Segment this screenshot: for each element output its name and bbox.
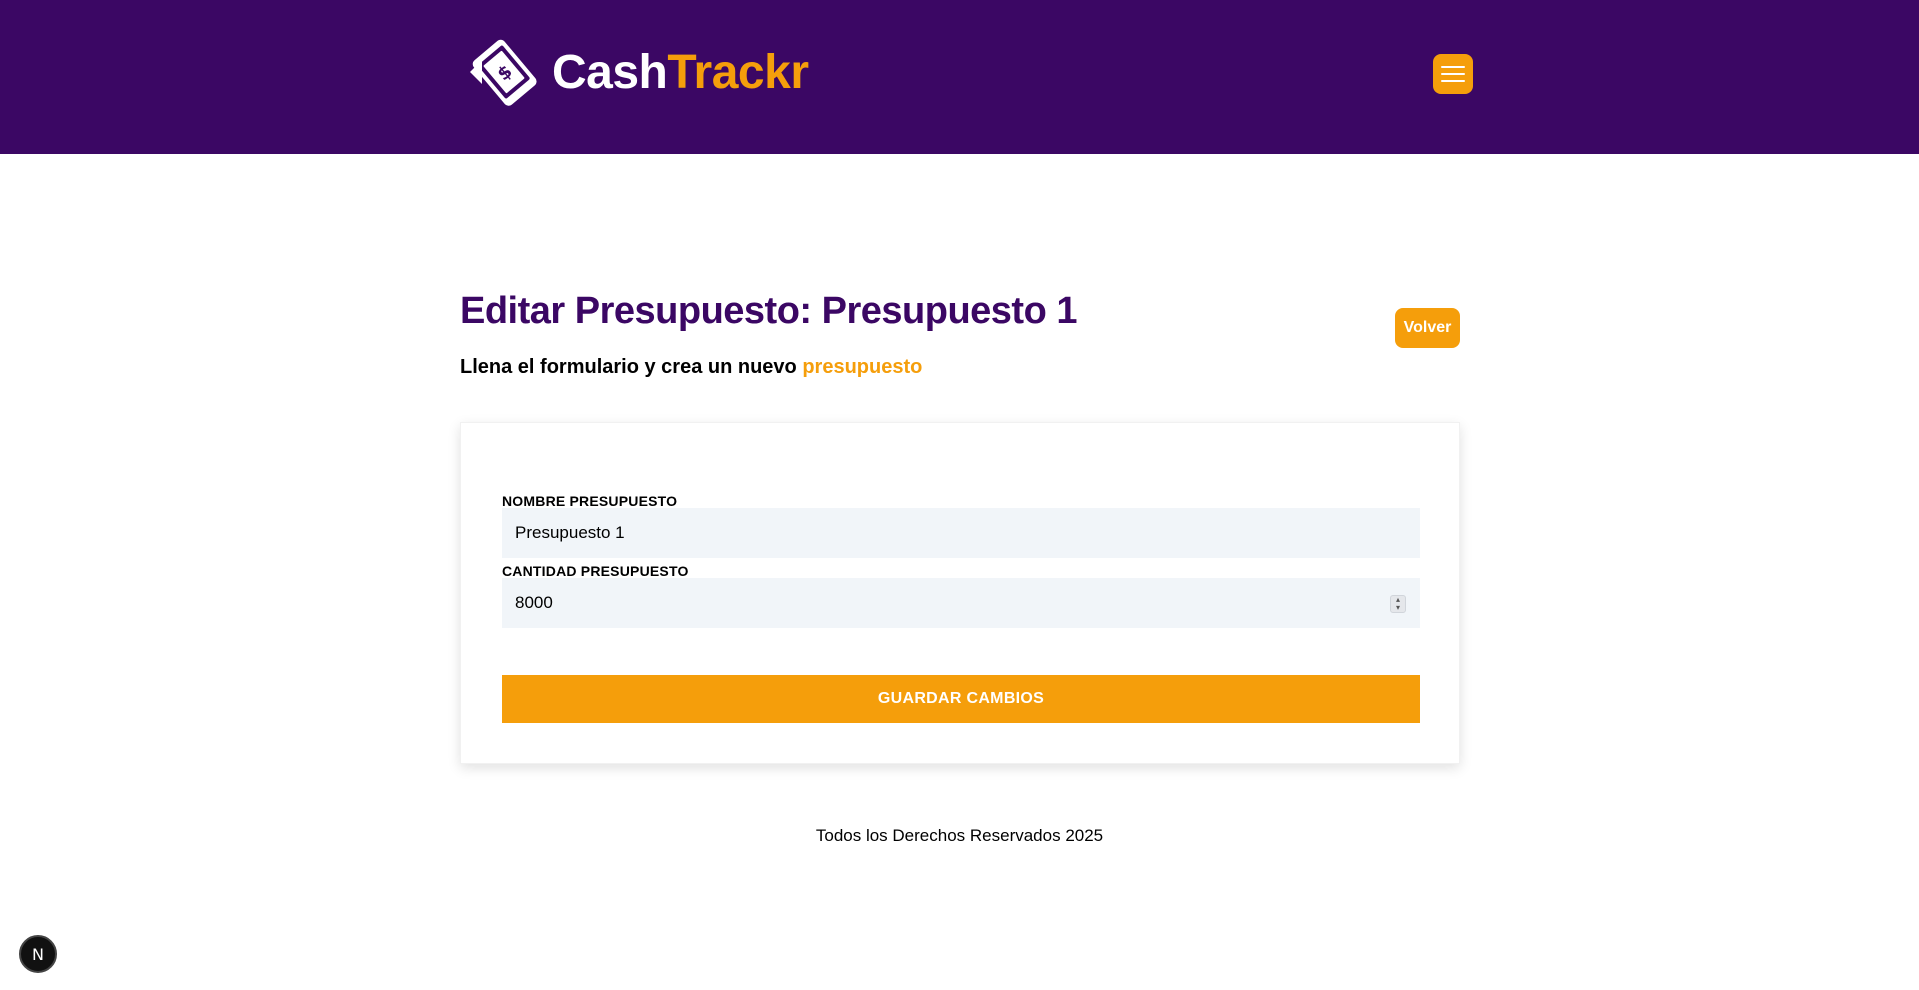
hamburger-menu-icon-line <box>1441 80 1465 82</box>
budget-amount-label: CANTIDAD PRESUPUESTO <box>502 563 689 579</box>
copyright-text: Todos los Derechos Reservados 2025 <box>815 826 1104 845</box>
nextjs-logo-icon: N <box>32 944 44 964</box>
budget-name-label: NOMBRE PRESUPUESTO <box>502 493 678 509</box>
page-subtitle: Llena el formulario y crea un nuevo pres… <box>460 356 922 379</box>
number-spinner-icon[interactable]: ▴ ▾ <box>1390 595 1406 613</box>
hamburger-menu-icon <box>1441 66 1465 68</box>
brand-logo[interactable]: $ CashTrackr <box>462 30 809 114</box>
subtitle-accent: presupuesto <box>802 356 923 378</box>
menu-button[interactable] <box>1433 54 1473 94</box>
money-phone-icon: $ <box>470 39 537 106</box>
brand-name-trackr: Trackr <box>667 45 809 99</box>
brand-name: CashTrackr <box>552 45 809 100</box>
edit-budget-form: NOMBRE PRESUPUESTO Presupuesto 1 CANTIDA… <box>460 422 1460 764</box>
hamburger-menu-icon-line <box>1441 73 1465 75</box>
budget-name-input[interactable]: Presupuesto 1 <box>502 508 1420 558</box>
budget-amount-input[interactable]: 8000 ▴ ▾ <box>502 578 1420 628</box>
budget-name-value: Presupuesto 1 <box>515 523 625 542</box>
back-button[interactable]: Volver <box>1395 308 1460 348</box>
save-changes-button[interactable]: GUARDAR CAMBIOS <box>502 675 1420 723</box>
site-header: $ CashTrackr <box>0 0 1919 154</box>
budget-amount-value: 8000 <box>515 593 553 612</box>
subtitle-text: Llena el formulario y crea un nuevo <box>460 356 803 378</box>
nextjs-dev-badge[interactable]: N <box>19 935 57 973</box>
site-footer: Todos los Derechos Reservados 2025 <box>0 826 1919 846</box>
brand-name-cash: Cash <box>552 45 668 99</box>
page-title: Editar Presupuesto: Presupuesto 1 <box>460 290 1078 332</box>
